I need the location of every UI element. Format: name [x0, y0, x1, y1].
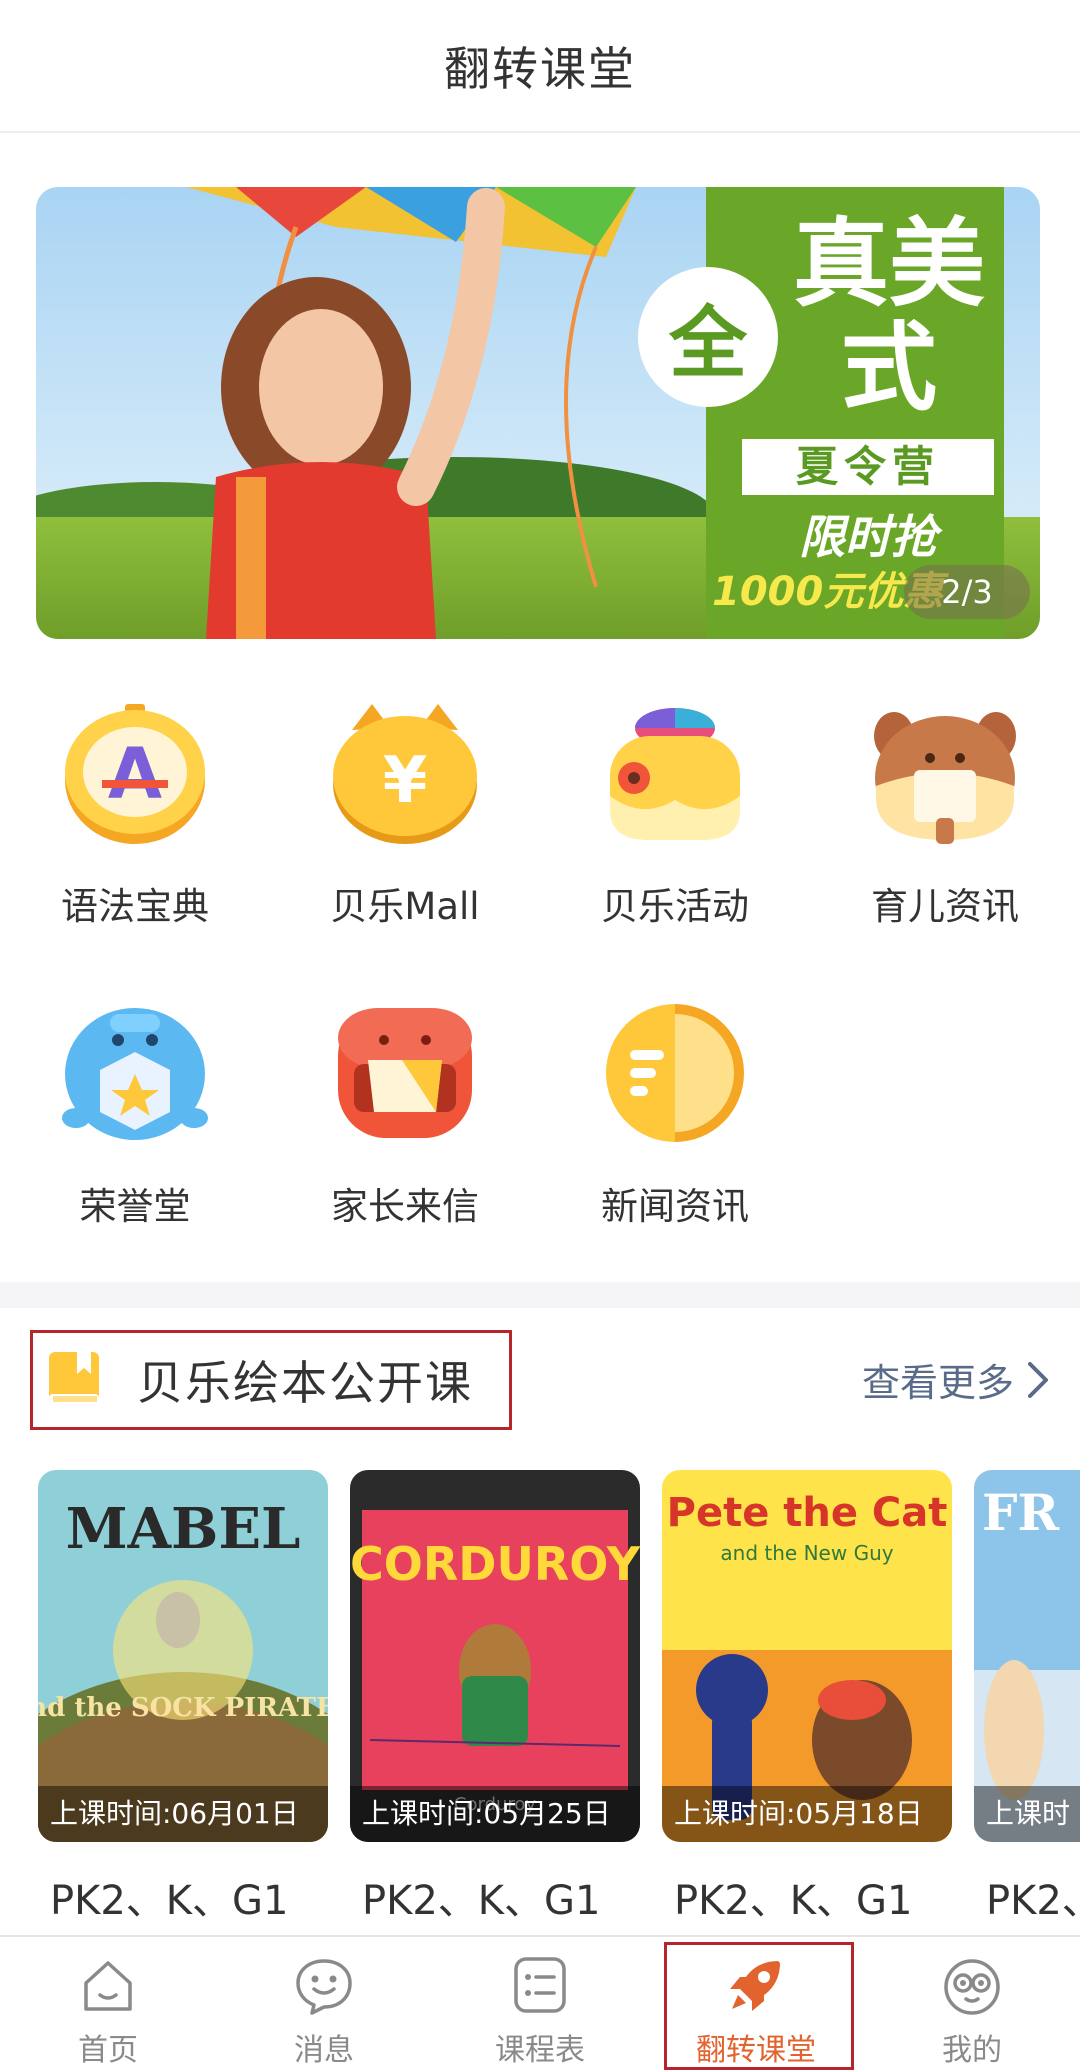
top-bar: 翻转课堂: [0, 0, 1080, 133]
page-title: 翻转课堂: [444, 41, 636, 96]
cover-title: Pete the Cat: [667, 1490, 948, 1536]
tab-home[interactable]: 首页: [0, 1937, 216, 2070]
course-cover: Pete the Cat and the New Guy 上课时间:05月18日: [662, 1470, 952, 1842]
grid-label: 荣誉堂: [79, 1185, 191, 1228]
cover-title: FR: [982, 1483, 1059, 1542]
grid-label: 贝乐活动: [601, 885, 749, 928]
book-icon: [49, 1352, 99, 1406]
tab-messages[interactable]: 消息: [216, 1937, 432, 2070]
profile-icon: [944, 1959, 1000, 2015]
grid-label: 语法宝典: [61, 885, 209, 928]
grid-item-mall[interactable]: ¥ 贝乐Mall: [270, 690, 540, 950]
activity-icon: [610, 708, 740, 840]
course-card[interactable]: Pete the Cat and the New Guy 上课时间:05月18日…: [662, 1470, 952, 1926]
tab-profile[interactable]: 我的: [864, 1937, 1080, 2070]
course-grade: PK2、: [986, 1878, 1080, 1924]
picture-book-section-header: 贝乐绘本公开课: [30, 1330, 512, 1430]
promo-subtitle: 夏令营: [742, 439, 994, 495]
parenting-news-icon: [874, 712, 1016, 844]
tab-label: 我的: [942, 2033, 1002, 2068]
home-icon: [84, 1961, 132, 2011]
grammar-book-icon: A: [65, 704, 205, 844]
message-icon: [296, 1959, 352, 2015]
course-card[interactable]: FR 上课时 PK2、: [974, 1470, 1080, 1926]
grid-item-honor[interactable]: 荣誉堂: [0, 990, 270, 1250]
cover-title: MABEL: [66, 1496, 301, 1562]
grid-label: 新闻资讯: [601, 1185, 749, 1228]
grid-item-letter[interactable]: 家长来信: [270, 990, 540, 1250]
mall-icon: ¥: [333, 704, 477, 844]
promo-offer: 限时抢: [799, 510, 937, 564]
section-divider: [0, 1282, 1080, 1308]
course-date: 上课时: [974, 1786, 1080, 1842]
tab-label: 首页: [78, 2033, 138, 2068]
course-cover: CORDUROY Corduroy 上课时间:05月25日: [350, 1470, 640, 1842]
svg-text:¥: ¥: [383, 744, 428, 818]
grid-item-parenting[interactable]: 育儿资讯: [810, 690, 1080, 950]
grid-item-activity[interactable]: 贝乐活动: [540, 690, 810, 950]
bottom-tab-bar: 首页 消息 课程表 翻转课堂 我的: [0, 1935, 1080, 2070]
course-grade: PK2、K、G1: [674, 1878, 913, 1924]
course-date: 上课时间:06月01日: [38, 1786, 328, 1842]
course-date: 上课时间:05月18日: [662, 1786, 952, 1842]
grid-label: 家长来信: [331, 1185, 479, 1228]
cover-title: CORDUROY: [350, 1537, 640, 1591]
course-list: MABEL and the SOCK PIRATES 上课时间:06月01日 P…: [0, 1470, 1080, 1930]
news-icon: [606, 1004, 744, 1142]
grid-item-grammar[interactable]: A 语法宝典: [0, 690, 270, 950]
grid-label: 育儿资讯: [871, 885, 1019, 928]
course-cover: MABEL and the SOCK PIRATES 上课时间:06月01日: [38, 1470, 328, 1842]
grid-label: 贝乐Mall: [330, 885, 480, 928]
banner-page-indicator: 2/3: [904, 565, 1030, 619]
cover-subtitle: and the New Guy: [720, 1541, 893, 1565]
course-grade: PK2、K、G1: [362, 1878, 601, 1924]
tab-label: 课程表: [495, 2033, 585, 2068]
course-card[interactable]: CORDUROY Corduroy 上课时间:05月25日 PK2、K、G1: [350, 1470, 640, 1926]
course-date: 上课时间:05月25日: [350, 1786, 640, 1842]
chevron-right-icon: [1028, 1361, 1048, 1398]
parent-letter-icon: [338, 1008, 472, 1138]
course-card[interactable]: MABEL and the SOCK PIRATES 上课时间:06月01日 P…: [38, 1470, 328, 1926]
promo-banner[interactable]: 全 真美式 夏令营 限时抢 1000元优惠 2/3: [36, 187, 1040, 639]
tab-schedule[interactable]: 课程表: [432, 1937, 648, 2070]
schedule-icon: [514, 1957, 566, 2013]
tab-label: 消息: [294, 2033, 354, 2068]
active-tab-highlight: [664, 1942, 854, 2070]
see-more-label: 查看更多: [861, 1361, 1014, 1405]
promo-title: 真美式: [793, 207, 985, 424]
section-title: 贝乐绘本公开课: [137, 1356, 473, 1410]
promo-badge: 全: [638, 267, 778, 407]
grid-item-news[interactable]: 新闻资讯: [540, 990, 810, 1250]
cover-subtitle: and the SOCK PIRATES: [38, 1693, 328, 1723]
course-cover: FR 上课时: [974, 1470, 1080, 1842]
see-more-link[interactable]: 查看更多: [862, 1352, 1052, 1407]
svg-text:A: A: [108, 733, 162, 815]
course-grade: PK2、K、G1: [50, 1878, 289, 1924]
honor-hall-icon: [62, 1008, 208, 1140]
